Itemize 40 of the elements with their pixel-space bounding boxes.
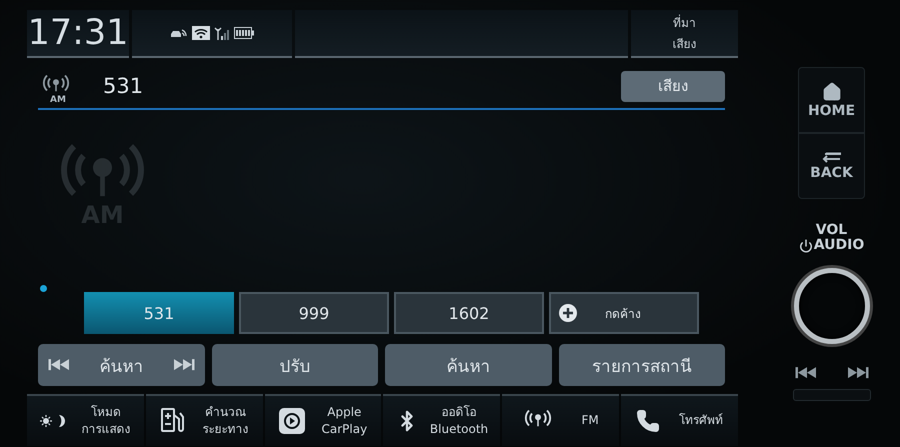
audio-source-button[interactable]: ที่มา เสียง bbox=[631, 10, 738, 58]
fuel-pump-icon bbox=[160, 407, 186, 435]
shortcut-button[interactable]: โทรศัพท์ bbox=[621, 394, 738, 446]
preset-button[interactable]: 1602 bbox=[394, 292, 544, 334]
battery-icon bbox=[234, 27, 254, 39]
shortcut-button[interactable]: โหมด การแสดง bbox=[27, 394, 144, 446]
play-icon bbox=[278, 408, 305, 434]
power-icon bbox=[798, 239, 813, 254]
shortcut-button[interactable]: FM bbox=[502, 394, 620, 446]
next-icon bbox=[846, 366, 868, 379]
sun-moon-icon bbox=[40, 414, 66, 428]
page-indicator-icon bbox=[40, 285, 47, 292]
control-button[interactable]: ค้นหา bbox=[385, 344, 552, 386]
control-button[interactable]: รายการสถานี bbox=[558, 344, 725, 386]
shortcut-button[interactable]: คำนวณ ระยะทาง bbox=[146, 394, 263, 446]
station-frequency: 531 bbox=[103, 74, 144, 98]
clock: 17:31 bbox=[28, 16, 128, 50]
audio-label: AUDIO bbox=[814, 238, 864, 254]
signal-icon bbox=[214, 26, 230, 40]
home-button[interactable]: HOME bbox=[798, 67, 865, 133]
control-button[interactable]: ปรับ bbox=[212, 344, 378, 386]
add-preset-button[interactable]: กดค้าง bbox=[549, 292, 699, 334]
next-icon bbox=[172, 358, 194, 372]
back-arrow-icon bbox=[820, 152, 842, 164]
car-signal-icon bbox=[170, 28, 188, 38]
volume-knob[interactable] bbox=[794, 268, 870, 344]
wifi-icon bbox=[192, 26, 210, 40]
back-button[interactable]: BACK bbox=[798, 133, 865, 199]
sound-button[interactable]: เสียง bbox=[621, 70, 725, 102]
seek-button[interactable]: ค้นหา bbox=[38, 344, 204, 386]
plus-icon bbox=[559, 304, 577, 322]
shortcut-button[interactable]: ออดิโอ Bluetooth bbox=[383, 394, 500, 446]
home-icon bbox=[822, 82, 842, 102]
preset-button[interactable]: 999 bbox=[239, 292, 389, 334]
previous-icon bbox=[48, 358, 70, 372]
shortcut-button[interactable]: Apple CarPlay bbox=[264, 394, 382, 446]
phone-icon bbox=[636, 409, 660, 433]
previous-icon bbox=[794, 366, 816, 379]
vol-label: VOL bbox=[816, 223, 848, 238]
preset-button[interactable]: 531 bbox=[84, 292, 234, 334]
